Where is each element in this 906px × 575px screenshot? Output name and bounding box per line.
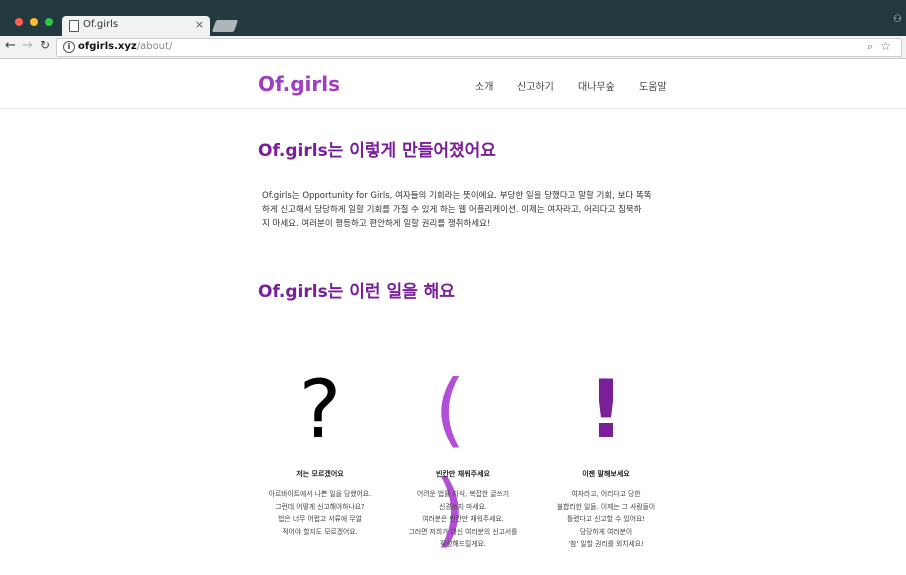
feature-description: 아르바이트에서 나쁜 일을 당했어요. 그런데 어떻게 신고해야하나요? 법은 … — [245, 488, 395, 538]
feature-unsure: ? 저는 모르겠어요 아르바이트에서 나쁜 일을 당했어요. 그런데 어떻게 신… — [245, 360, 395, 538]
feature-line: 적어야 할지도 모르겠어요. — [282, 527, 358, 536]
about-heading: Of.girls는 이렇게 만들어졌어요 — [258, 141, 496, 161]
feature-title: 빈칸만 채워주세요 — [436, 470, 490, 478]
url-host: ofgirls.xyz — [78, 41, 137, 52]
maximize-window-button[interactable] — [45, 18, 53, 26]
question-mark-icon: ? — [298, 363, 342, 456]
feature-line: 여러분은 빈칸만 채워주세요. — [422, 515, 504, 523]
reload-icon[interactable]: ↻ — [40, 38, 50, 52]
intro-line: Of.girls는 Opportunity for Girls, 여자들의 기회… — [262, 191, 652, 201]
parentheses-icon: ( ) — [434, 363, 492, 556]
feature-line: 불합리한 일들. 이제는 그 사람들이 — [556, 502, 656, 511]
close-tab-icon[interactable]: × — [195, 18, 204, 31]
intro-line: 지 마세요. 여러분이 평등하고 편안하게 일할 권리를 쟁취하세요! — [262, 219, 491, 229]
feature-line: 여자라고, 어리다고 당한 — [571, 490, 641, 498]
new-tab-button[interactable] — [211, 20, 239, 32]
nav-bamboo-forest[interactable]: 대나무숲 — [578, 78, 615, 93]
feature-line: 아르바이트에서 나쁜 일을 당했어요. — [268, 490, 372, 498]
feature-line: 작성해드릴게요. — [440, 540, 486, 548]
minimize-window-button[interactable] — [30, 18, 38, 26]
forward-arrow-icon[interactable]: → — [22, 38, 33, 53]
browser-toolbar: ← → ↻ i ofgirls.xyz/about/ ⌕ ☆ — [0, 36, 906, 59]
feature-title: 이젠 말해보세요 — [582, 470, 630, 478]
feature-description: 여자라고, 어리다고 당한 불합리한 일들. 이제는 그 사람들이 틀렸다고 신… — [531, 488, 681, 551]
feature-line: 틀렸다고 신고할 수 있어요! — [567, 515, 645, 523]
feature-title: 저는 모르겠어요 — [296, 470, 344, 478]
info-icon[interactable]: i — [63, 41, 75, 53]
site-logo[interactable]: Of.girls — [258, 72, 340, 96]
feature-speak-up: ! 이젠 말해보세요 여자라고, 어리다고 당한 불합리한 일들. 이제는 그 … — [531, 360, 681, 551]
exclamation-mark-icon: ! — [587, 363, 625, 456]
back-arrow-icon[interactable]: ← — [5, 38, 16, 53]
browser-tab[interactable]: Of.girls × — [62, 16, 210, 36]
url-path: /about/ — [136, 41, 173, 52]
feature-line: 어려운 법률 지식, 복잡한 글쓰기 — [416, 490, 510, 498]
nav-help[interactable]: 도움말 — [639, 78, 667, 93]
features-heading: Of.girls는 이런 일을 해요 — [258, 282, 455, 302]
feature-line: 그런데 어떻게 신고해야하나요? — [275, 502, 365, 511]
feature-line: 그러면 저희가 대신 여러분의 신고서를 — [408, 527, 518, 536]
feature-line: '참' 일할 권리를 외치세요! — [568, 540, 644, 548]
feature-line: 법은 너무 어렵고 서류에 무얼 — [278, 515, 362, 523]
tab-title: Of.girls — [83, 19, 119, 30]
zoom-icon[interactable]: ⌕ — [867, 40, 873, 54]
feature-line: 신경쓰지 마세요. — [438, 502, 488, 511]
profile-icon[interactable]: ⚇ — [893, 14, 902, 25]
browser-title-bar: Of.girls × ⚇ — [0, 0, 906, 36]
close-window-button[interactable] — [15, 18, 23, 26]
intro-line: 하게 신고해서 당당하게 일할 기회를 가질 수 있게 하는 웹 어플리케이션.… — [262, 205, 642, 215]
intro-paragraph: Of.girls는 Opportunity for Girls, 여자들의 기회… — [262, 189, 662, 231]
nav-about[interactable]: 소개 — [475, 78, 493, 93]
site-header: Of.girls 소개 신고하기 대나무숲 도움말 — [0, 59, 906, 109]
url-text[interactable]: ofgirls.xyz/about/ — [78, 41, 172, 52]
feature-line: 당당하게 여러분이 — [579, 527, 633, 536]
document-icon — [69, 20, 79, 32]
feature-fill-blanks: ( ) 빈칸만 채워주세요 어려운 법률 지식, 복잡한 글쓰기 신경쓰지 마세… — [388, 360, 538, 556]
bookmark-star-icon[interactable]: ☆ — [880, 39, 891, 53]
feature-description: 어려운 법률 지식, 복잡한 글쓰기 신경쓰지 마세요. 여러분은 빈칸만 채워… — [388, 488, 538, 551]
nav-report[interactable]: 신고하기 — [517, 78, 554, 93]
address-bar[interactable]: i ofgirls.xyz/about/ ⌕ ☆ — [56, 38, 902, 57]
